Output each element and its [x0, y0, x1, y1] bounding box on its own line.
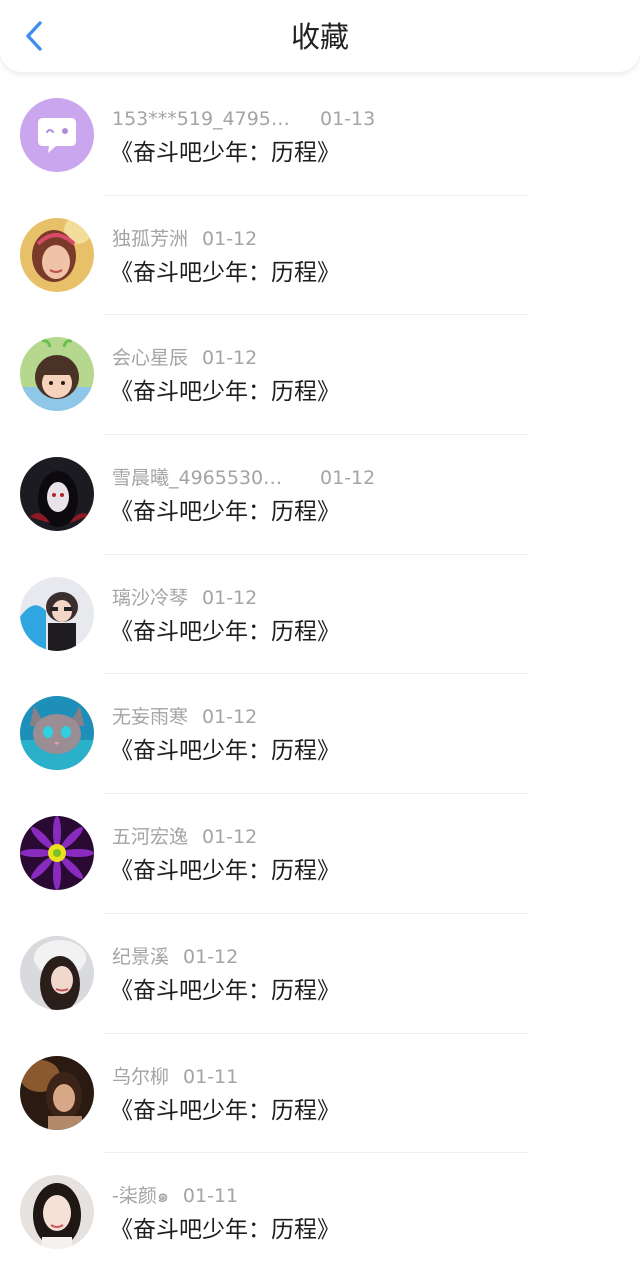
favorites-list: 153***519_4795… 01-13 《奋斗吧少年：历程》 独孤芳洲 01-1… — [0, 76, 640, 1273]
list-item[interactable]: 乌尔柳 01-11 《奋斗吧少年：历程》 — [0, 1034, 640, 1154]
item-date: 01-12 — [320, 467, 376, 490]
list-item[interactable]: 会心星辰 01-12 《奋斗吧少年：历程》 — [0, 315, 640, 436]
item-content[interactable]: 《奋斗吧少年：历程》 — [110, 735, 340, 767]
user-name[interactable]: 153***519_4795… — [112, 106, 296, 132]
list-item[interactable]: 雪晨曦_4965530… 01-12 《奋斗吧少年：历程》 — [0, 435, 640, 555]
avatar[interactable] — [20, 1055, 94, 1130]
top-bar: 收藏 — [0, 0, 640, 72]
item-date: 01-13 — [320, 108, 376, 130]
avatar[interactable] — [20, 457, 94, 532]
item-date: 01-12 — [202, 706, 258, 729]
avatar[interactable] — [20, 576, 94, 651]
item-meta: 153***519_4795… 01-13 — [112, 106, 375, 132]
user-photo-icon — [20, 217, 94, 292]
list-item[interactable]: 五河宏逸 01-12 《奋斗吧少年：历程》 — [0, 794, 640, 914]
user-name[interactable]: 纪景溪 — [112, 944, 169, 970]
item-content[interactable]: 《奋斗吧少年：历程》 — [110, 137, 340, 169]
user-photo-icon — [20, 337, 94, 412]
list-item[interactable]: -柒颜๑ 01-11 《奋斗吧少年：历程》 — [0, 1153, 640, 1273]
item-content[interactable]: 《奋斗吧少年：历程》 — [110, 376, 340, 408]
list-item[interactable]: 独孤芳洲 01-12 《奋斗吧少年：历程》 — [0, 196, 640, 316]
user-name[interactable]: 乌尔柳 — [112, 1064, 169, 1090]
user-name[interactable]: 无妄雨寒 — [112, 704, 188, 730]
list-item[interactable]: 153***519_4795… 01-13 《奋斗吧少年：历程》 — [0, 76, 640, 196]
list-item[interactable]: 纪景溪 01-12 《奋斗吧少年：历程》 — [0, 914, 640, 1034]
item-date: 01-12 — [202, 347, 258, 370]
avatar[interactable] — [20, 1175, 94, 1250]
page-title: 收藏 — [290, 20, 349, 54]
item-date: 01-12 — [202, 227, 258, 250]
item-content[interactable]: 《奋斗吧少年：历程》 — [110, 1214, 340, 1246]
item-meta: 璃沙冷琴 01-12 — [112, 585, 257, 611]
chat-bubble-icon — [20, 98, 94, 172]
item-meta: 纪景溪 01-12 — [112, 944, 238, 970]
item-meta: 乌尔柳 01-11 — [112, 1064, 238, 1090]
avatar[interactable] — [20, 696, 94, 771]
user-photo-icon — [20, 935, 94, 1010]
avatar[interactable] — [20, 816, 94, 891]
item-content[interactable]: 《奋斗吧少年：历程》 — [110, 496, 340, 528]
item-content[interactable]: 《奋斗吧少年：历程》 — [110, 975, 340, 1007]
item-content[interactable]: 《奋斗吧少年：历程》 — [110, 1095, 340, 1127]
user-photo-icon — [20, 457, 94, 532]
item-meta: -柒颜๑ 01-11 — [112, 1183, 238, 1209]
user-photo-icon — [20, 696, 94, 771]
item-date: 01-12 — [202, 586, 258, 609]
item-content[interactable]: 《奋斗吧少年：历程》 — [110, 855, 340, 887]
user-photo-icon — [20, 1055, 94, 1130]
item-meta: 雪晨曦_4965530… 01-12 — [112, 465, 375, 491]
user-photo-icon — [20, 1175, 94, 1250]
user-name[interactable]: 独孤芳洲 — [112, 226, 188, 252]
item-date: 01-11 — [183, 1065, 239, 1088]
item-meta: 五河宏逸 01-12 — [112, 824, 257, 850]
user-name[interactable]: 会心星辰 — [112, 345, 188, 371]
item-meta: 无妄雨寒 01-12 — [112, 704, 257, 730]
avatar[interactable] — [20, 217, 94, 292]
item-meta: 独孤芳洲 01-12 — [112, 226, 257, 252]
flower-photo-icon — [20, 816, 94, 891]
avatar[interactable] — [20, 337, 94, 412]
user-photo-icon — [20, 576, 94, 651]
item-meta: 会心星辰 01-12 — [112, 345, 257, 371]
avatar[interactable] — [20, 935, 94, 1010]
user-name[interactable]: 璃沙冷琴 — [112, 585, 188, 611]
user-name[interactable]: -柒颜๑ — [112, 1183, 169, 1209]
list-item[interactable]: 无妄雨寒 01-12 《奋斗吧少年：历程》 — [0, 674, 640, 795]
item-date: 01-12 — [183, 945, 239, 968]
user-name[interactable]: 雪晨曦_4965530… — [112, 465, 296, 491]
item-content[interactable]: 《奋斗吧少年：历程》 — [110, 257, 340, 289]
avatar[interactable] — [20, 98, 94, 172]
list-item[interactable]: 璃沙冷琴 01-12 《奋斗吧少年：历程》 — [0, 555, 640, 675]
item-date: 01-11 — [182, 1185, 239, 1208]
item-content[interactable]: 《奋斗吧少年：历程》 — [110, 616, 340, 648]
item-date: 01-12 — [202, 826, 258, 849]
user-name[interactable]: 五河宏逸 — [112, 824, 188, 850]
